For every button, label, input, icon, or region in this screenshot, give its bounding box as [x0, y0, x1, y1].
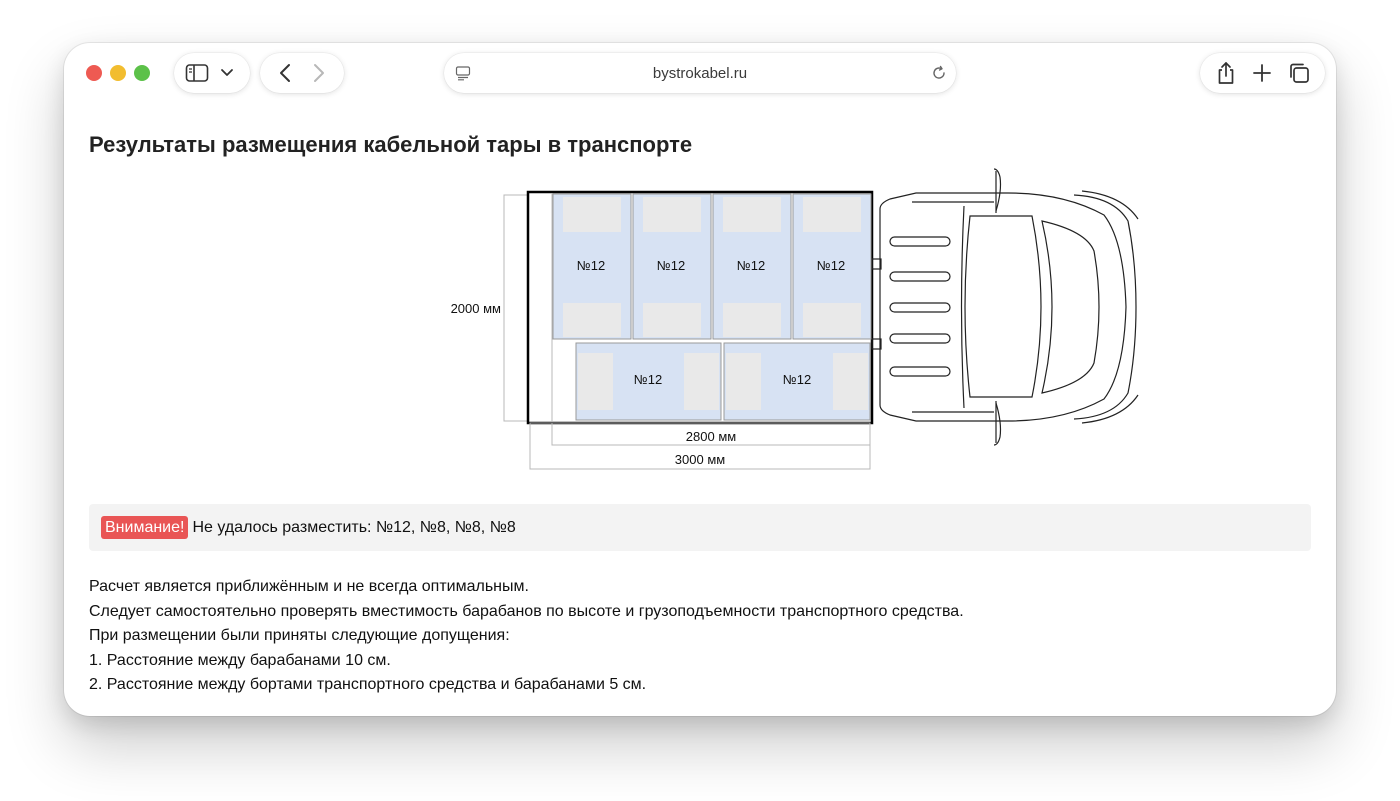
- drum-flange: [803, 303, 861, 337]
- warning-box: Внимание! Не удалось разместить: №12, №8…: [89, 504, 1311, 551]
- sidebar-controls: [174, 53, 250, 93]
- warning-badge: Внимание!: [101, 516, 189, 539]
- drum-1: №12: [552, 193, 632, 340]
- address-url: bystrokabel.ru: [652, 64, 748, 82]
- note-line: Расчет является приближённым и не всегда…: [89, 578, 529, 595]
- drum-6: №12: [723, 342, 871, 421]
- drum-flange: [643, 303, 701, 337]
- address-bar[interactable]: bystrokabel.ru: [444, 53, 956, 93]
- chevron-down-icon[interactable]: [214, 60, 240, 86]
- drum-4: №12: [792, 193, 872, 340]
- drum-label: №12: [817, 258, 845, 273]
- drum-label: №12: [783, 372, 811, 387]
- bed-length-label: 2800 мм: [686, 429, 736, 444]
- new-tab-icon[interactable]: [1249, 60, 1275, 86]
- drum-flange: [578, 353, 613, 410]
- window-controls: [86, 65, 150, 81]
- width-label: 2000 мм: [451, 301, 501, 316]
- drum-label: №12: [657, 258, 685, 273]
- drum-flange: [726, 353, 761, 410]
- drum-2: №12: [632, 193, 712, 340]
- minimize-window-button[interactable]: [110, 65, 126, 81]
- zoom-window-button[interactable]: [134, 65, 150, 81]
- drum-3: №12: [712, 193, 792, 340]
- drum-5: №12: [575, 342, 722, 421]
- note-line: 1. Расстояние между барабанами 10 см.: [89, 651, 391, 669]
- warning-text: Не удалось разместить: №12, №8, №8, №8: [192, 518, 516, 536]
- navigation-controls: [260, 53, 344, 93]
- browser-window: bystrokabel.ru Результаты размещения каб…: [64, 43, 1336, 716]
- drum-flange: [723, 303, 781, 337]
- drum-flange: [833, 353, 868, 410]
- total-length-label: 3000 мм: [675, 452, 725, 467]
- drum-flange: [563, 197, 621, 232]
- note-line: При размещении были приняты следующие до…: [89, 627, 510, 644]
- share-icon[interactable]: [1213, 60, 1239, 86]
- close-window-button[interactable]: [86, 65, 102, 81]
- notes-block: Расчет является приближённым и не всегда…: [89, 575, 964, 698]
- drum-label: №12: [634, 372, 662, 387]
- page-content: Результаты размещения кабельной тары в т…: [64, 111, 1336, 716]
- width-dimension-bracket: [503, 194, 529, 422]
- drum-label: №12: [577, 258, 605, 273]
- back-button[interactable]: [272, 60, 298, 86]
- reload-icon[interactable]: [930, 64, 948, 82]
- page-menu-icon[interactable]: [454, 64, 472, 82]
- drum-label: №12: [737, 258, 765, 273]
- truck-cab-drawing: [871, 168, 1139, 446]
- drum-flange: [563, 303, 621, 337]
- forward-button[interactable]: [306, 60, 332, 86]
- drum-flange: [684, 353, 719, 410]
- drum-flange: [803, 197, 861, 232]
- drum-flange: [723, 197, 781, 232]
- note-line: Следует самостоятельно проверять вместим…: [89, 602, 964, 620]
- sidebar-toggle-icon[interactable]: [184, 60, 210, 86]
- tab-overview-icon[interactable]: [1286, 60, 1312, 86]
- note-line: 2. Расстояние между бортами транспортног…: [89, 676, 647, 693]
- drum-flange: [643, 197, 701, 232]
- toolbar-actions: [1200, 53, 1325, 93]
